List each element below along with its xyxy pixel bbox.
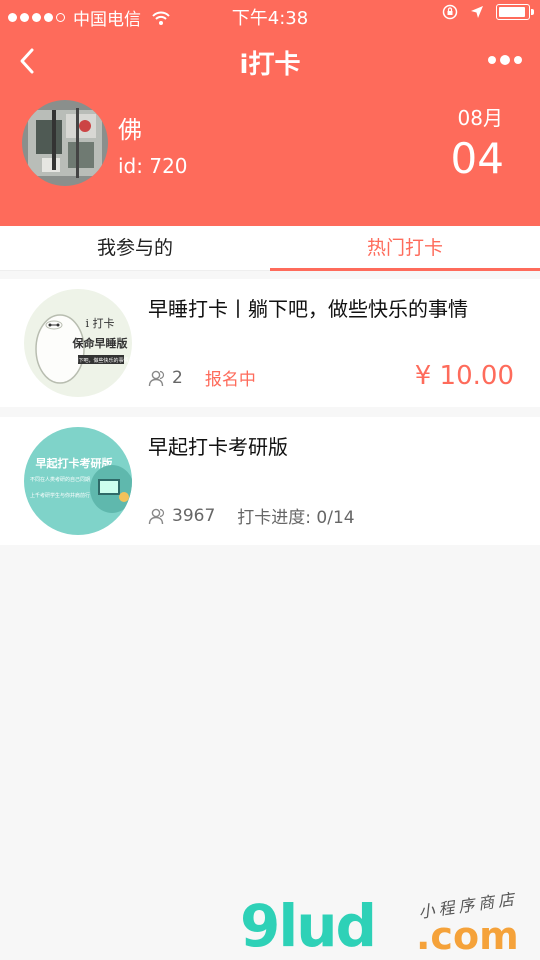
- watermark: 9lud 小程序商店 .com: [240, 888, 540, 960]
- tab-hot[interactable]: 热门打卡: [270, 226, 540, 270]
- card-meta: 3967 打卡进度: 0/14: [148, 503, 355, 528]
- status-bar: 中国电信 下午4:38: [0, 0, 540, 30]
- participant-count: 2: [172, 367, 183, 388]
- participant-count: 3967: [172, 505, 216, 526]
- page-title: i打卡: [239, 50, 301, 80]
- list-item[interactable]: i 打卡 保命早睡版 躺下吧，做些快乐的事情 早睡打卡丨躺下吧，做些快乐的事情 …: [0, 279, 540, 407]
- user-name: 佛: [118, 116, 142, 144]
- date-day: 04: [450, 134, 504, 183]
- watermark-logo: 9lud: [240, 892, 377, 960]
- header: 中国电信 下午4:38 i打卡 佛 id: 720 08月 04: [0, 0, 540, 226]
- location-icon: [471, 6, 483, 18]
- avatar[interactable]: [22, 100, 108, 186]
- card-price: ¥ 10.00: [414, 361, 514, 391]
- battery-icon: [496, 4, 534, 20]
- nav-bar: i打卡: [0, 38, 540, 84]
- card-meta: 2 报名中: [148, 365, 256, 390]
- card-title: 早睡打卡丨躺下吧，做些快乐的事情: [148, 297, 468, 321]
- rotation-lock-icon: [442, 4, 458, 20]
- tab-indicator: [270, 268, 540, 271]
- date-month: 08月: [457, 106, 503, 130]
- user-id: id: 720: [118, 154, 188, 178]
- thumb-text-3: 上千考研学生与你并肩前行: [30, 492, 90, 499]
- status-badge: 报名中: [204, 370, 256, 390]
- more-dots-icon[interactable]: [488, 55, 522, 65]
- thumb-text-1: 早起打卡考研版: [36, 456, 113, 470]
- progress-text: 打卡进度: 0/14: [237, 508, 355, 528]
- thumb-text-3: 躺下吧，做些快乐的事情: [73, 357, 128, 364]
- person-icon: [148, 370, 165, 386]
- card-thumbnail: i 打卡 保命早睡版 躺下吧，做些快乐的事情: [24, 289, 132, 397]
- status-right: [442, 4, 534, 20]
- tab-bar: 我参与的 热门打卡: [0, 226, 540, 271]
- watermark-domain: .com: [416, 914, 519, 958]
- thumb-text-2: 保命早睡版: [72, 336, 128, 350]
- thumb-text-1: i 打卡: [85, 316, 114, 330]
- card-title: 早起打卡考研版: [148, 435, 288, 459]
- card-thumbnail: 早起打卡考研版 不同在人类考研的自己同期 上千考研学生与你并肩前行: [24, 427, 132, 535]
- person-icon: [148, 508, 165, 524]
- list-item[interactable]: 早起打卡考研版 不同在人类考研的自己同期 上千考研学生与你并肩前行 早起打卡考研…: [0, 417, 540, 545]
- thumb-text-2: 不同在人类考研的自己同期: [30, 476, 90, 483]
- tab-participated[interactable]: 我参与的: [0, 226, 270, 270]
